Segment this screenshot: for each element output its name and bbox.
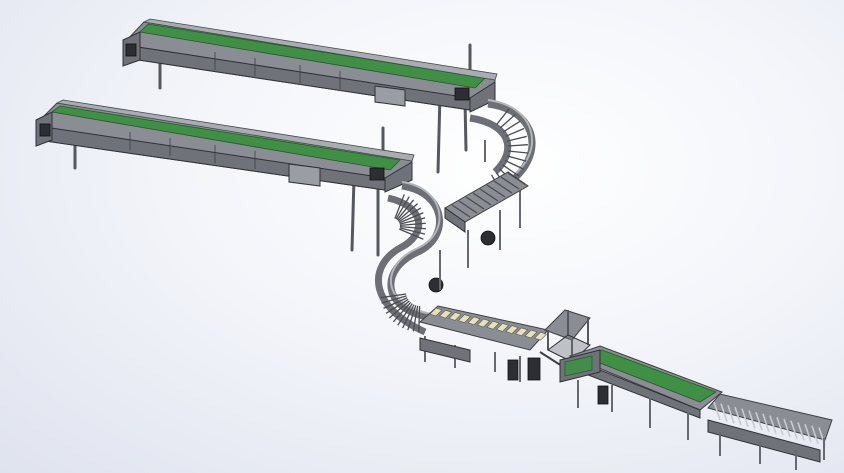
- roller: [506, 155, 527, 162]
- roller: [418, 305, 421, 333]
- lower-belt-conveyor: [35, 99, 415, 257]
- cad-viewport: [0, 0, 844, 473]
- end-roller-section: [707, 393, 833, 470]
- roller: [505, 127, 525, 137]
- middle-straight-roller: [444, 171, 529, 268]
- roller: [507, 150, 528, 154]
- roller: [507, 135, 527, 142]
- slat-section: [418, 305, 549, 382]
- conveyor-system-drawing: [35, 18, 833, 470]
- bottom-belt-conveyor: [559, 345, 723, 440]
